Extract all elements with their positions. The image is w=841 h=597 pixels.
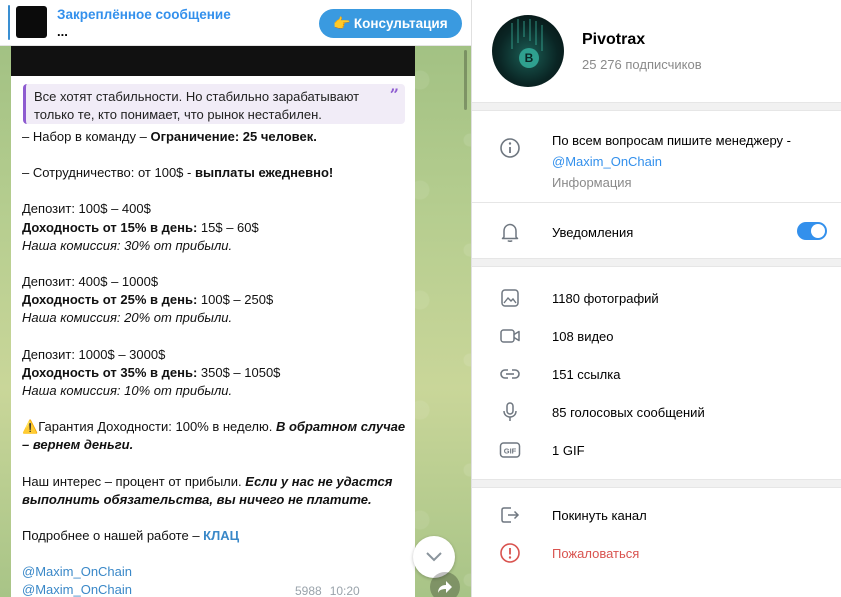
details-link[interactable]: КЛАЦ: [203, 528, 239, 543]
quote-text: Все хотят стабильности. Но стабильно зар…: [34, 89, 360, 122]
share-button[interactable]: [430, 572, 460, 597]
message-line: Доходность от 15% в день: 15$ – 60$: [22, 219, 259, 235]
info-icon: [499, 137, 521, 159]
message-line: Наша комиссия: 20% от прибыли.: [22, 310, 233, 326]
chat-area: Закреплённое сообщение ... 👉 Консультаци…: [0, 0, 471, 597]
photo-icon: [499, 287, 521, 309]
media-photos[interactable]: 1180 фотографий: [552, 291, 659, 306]
message-meta: 5988 10:20: [295, 584, 360, 597]
media-voice[interactable]: 85 голосовых сообщений: [552, 405, 705, 420]
notifications-toggle[interactable]: [797, 222, 827, 240]
message-line: @Maxim_OnChain: [22, 563, 412, 581]
subscriber-count: 25 276 подписчиков: [582, 57, 702, 72]
message-line: Доходность от 25% в день: 100$ – 250$: [22, 292, 274, 308]
row-divider: [472, 202, 841, 203]
message-line: Наш интерес – процент от прибыли. Если у…: [22, 473, 393, 507]
message-media[interactable]: [11, 46, 415, 76]
share-icon: [438, 581, 452, 593]
channel-info-panel: B Pivotrax 25 276 подписчиков По всем во…: [471, 0, 841, 597]
pinned-message-bar[interactable]: Закреплённое сообщение ... 👉 Консультаци…: [0, 0, 471, 46]
media-videos[interactable]: 108 видео: [552, 329, 614, 344]
pinned-title: Закреплённое сообщение: [57, 7, 231, 22]
message-bubble: Все хотят стабильности. Но стабильно зар…: [11, 46, 415, 597]
consultation-button-label: Консультация: [353, 16, 448, 31]
chat-scrollbar[interactable]: [464, 50, 467, 110]
message-quote: Все хотят стабильности. Но стабильно зар…: [23, 84, 405, 124]
pinned-preview: ...: [57, 24, 68, 39]
message-line: Депозит: 400$ – 1000$: [22, 274, 159, 290]
message-line: Депозит: 100$ – 400$: [22, 201, 151, 217]
leave-icon: [499, 504, 521, 526]
manager-link[interactable]: @Maxim_OnChain: [22, 582, 132, 597]
notifications-label: Уведомления: [552, 225, 634, 240]
quote-icon: ”: [389, 85, 399, 104]
pinned-thumbnail: [16, 6, 47, 38]
leave-channel-button[interactable]: Покинуть канал: [552, 508, 647, 523]
message-line: Наша комиссия: 10% от прибыли.: [22, 383, 233, 399]
link-icon: [499, 363, 521, 385]
report-button[interactable]: Пожаловаться: [552, 546, 639, 561]
message-line: – Набор в команду – Ограничение: 25 чело…: [22, 129, 317, 144]
message-line: ⚠️Гарантия Доходности: 100% в неделю. В …: [22, 419, 406, 453]
manager-link[interactable]: @Maxim_OnChain: [22, 564, 132, 579]
bell-icon: [499, 221, 521, 243]
report-icon: [499, 542, 521, 564]
info-label: Информация: [552, 175, 632, 190]
section-divider: [472, 102, 841, 111]
views-count: 5988: [295, 584, 322, 597]
gif-icon: GIF: [499, 439, 521, 461]
message-text: – Набор в команду – Ограничение: 25 чело…: [22, 128, 412, 597]
pointing-hand-icon: 👉: [333, 15, 351, 31]
message-line: Наша комиссия: 30% от прибыли.: [22, 237, 233, 253]
message-line: Подробнее о нашей работе – КЛАЦ: [22, 528, 240, 544]
description-text: По всем вопросам пишите менеджеру -: [552, 133, 791, 148]
section-divider: [472, 479, 841, 488]
message-line: Депозит: 1000$ – 3000$: [22, 346, 166, 362]
channel-description: По всем вопросам пишите менеджеру - @Max…: [552, 130, 822, 193]
section-divider: [472, 258, 841, 267]
channel-avatar[interactable]: B: [492, 15, 564, 87]
video-icon: [499, 325, 521, 347]
media-gifs[interactable]: 1 GIF: [552, 443, 585, 458]
bitcoin-icon: B: [519, 48, 539, 68]
channel-name: Pivotrax: [582, 31, 646, 48]
message-time: 10:20: [329, 584, 360, 597]
microphone-icon: [499, 401, 521, 423]
pinned-indicator: [8, 5, 10, 40]
message-line: – Сотрудничество: от 100$ - выплаты ежед…: [22, 165, 334, 181]
consultation-button[interactable]: 👉 Консультация: [319, 9, 462, 38]
warning-icon: ⚠️: [22, 419, 39, 435]
manager-username-link[interactable]: @Maxim_OnChain: [552, 151, 822, 172]
message-line: Доходность от 35% в день: 350$ – 1050$: [22, 364, 281, 380]
chevron-down-icon: [426, 552, 442, 562]
media-links[interactable]: 151 ссылка: [552, 367, 620, 382]
svg-text:GIF: GIF: [504, 447, 517, 456]
